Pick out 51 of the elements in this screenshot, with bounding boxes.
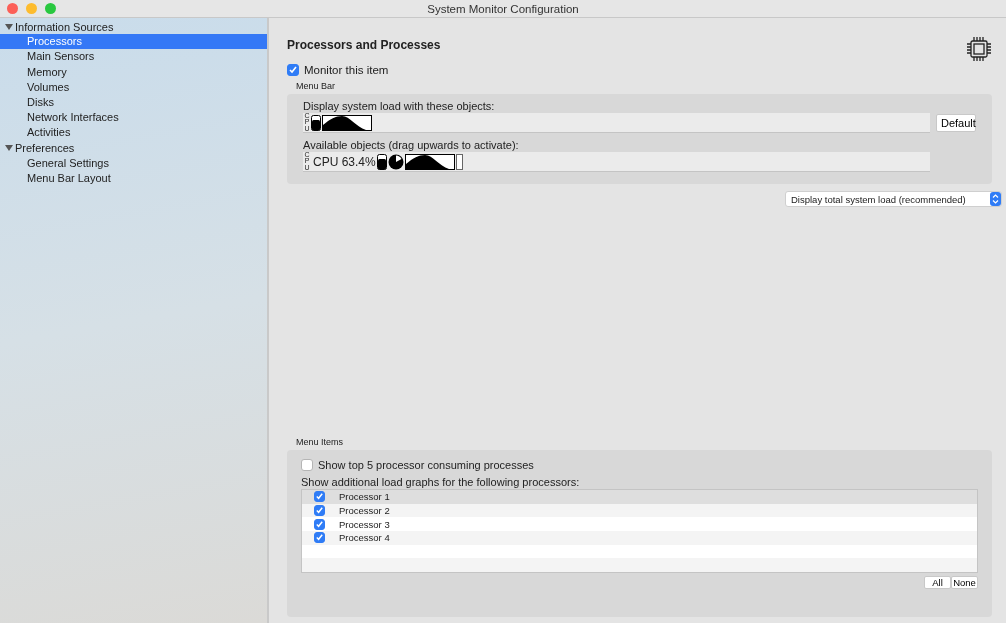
load-bar-icon[interactable]: [311, 114, 321, 131]
pie-icon[interactable]: [387, 153, 404, 170]
chip-icon: [966, 36, 992, 62]
table-cell: Processor 1: [339, 491, 390, 503]
checkbox-label: Monitor this item: [304, 64, 389, 76]
load-graph-icon[interactable]: [322, 114, 372, 131]
default-button[interactable]: Default: [936, 114, 976, 132]
sidebar-item[interactable]: Disks: [0, 94, 267, 111]
checkbox[interactable]: [314, 532, 325, 544]
sidebar-item[interactable]: Activities: [0, 125, 267, 141]
close-button[interactable]: [7, 3, 18, 14]
sidebar-item[interactable]: Menu Bar Layout: [0, 170, 267, 187]
load-bar-icon[interactable]: [376, 153, 387, 170]
checkbox[interactable]: [314, 504, 325, 516]
load-graph-icon[interactable]: [404, 153, 455, 170]
sidebar-group[interactable]: Information Sources: [0, 19, 267, 35]
group-label: Preferences: [15, 142, 75, 155]
table-cell: Processor 3: [339, 518, 390, 530]
group-label: Information Sources: [15, 20, 114, 33]
field-label: Available objects (drag upwards to activate):: [303, 139, 520, 151]
sidebar-item[interactable]: Network Interfaces: [0, 110, 267, 126]
checkbox[interactable]: [287, 64, 299, 76]
sidebar-group[interactable]: Preferences: [0, 140, 267, 156]
empty-slot-icon[interactable]: [455, 153, 463, 170]
sidebar-item[interactable]: General Settings: [0, 155, 267, 171]
checkbox-label: Show top 5 processor consuming processes: [318, 458, 534, 471]
sidebar-item[interactable]: Processors: [0, 34, 267, 50]
table-row[interactable]: Processor 4: [302, 530, 977, 545]
checkbox[interactable]: [314, 518, 325, 530]
table-cell: Processor 4: [339, 532, 390, 544]
mode-dropdown[interactable]: Display total system load (recommended): [785, 191, 1002, 207]
field-label: Show additional load graphs for the following processors:: [301, 475, 581, 488]
sidebar-item[interactable]: Memory: [0, 64, 267, 80]
checkbox[interactable]: [314, 491, 325, 503]
table-cell: Processor 2: [339, 504, 390, 516]
stepper-arrows-icon: [990, 192, 1001, 206]
table-button[interactable]: None: [951, 576, 978, 589]
window-title: System Monitor Configuration: [427, 2, 579, 15]
disclosure-triangle-icon[interactable]: [5, 144, 13, 153]
field-label: Display system load with these objects:: [303, 100, 496, 112]
group-caption: Menu Items: [296, 436, 345, 447]
section-title: Processors and Processes: [287, 38, 441, 52]
table-row[interactable]: Processor 3: [302, 517, 977, 531]
checkbox[interactable]: [301, 458, 313, 471]
sidebar-item[interactable]: Main Sensors: [0, 49, 267, 65]
load-text[interactable]: CPU 63.4%: [313, 154, 376, 169]
group-caption: Menu Bar: [296, 81, 337, 91]
table-row[interactable]: Processor 1: [302, 489, 977, 504]
disclosure-triangle-icon[interactable]: [5, 22, 13, 31]
table-button[interactable]: All: [924, 576, 951, 589]
sidebar-item[interactable]: Volumes: [0, 79, 267, 95]
